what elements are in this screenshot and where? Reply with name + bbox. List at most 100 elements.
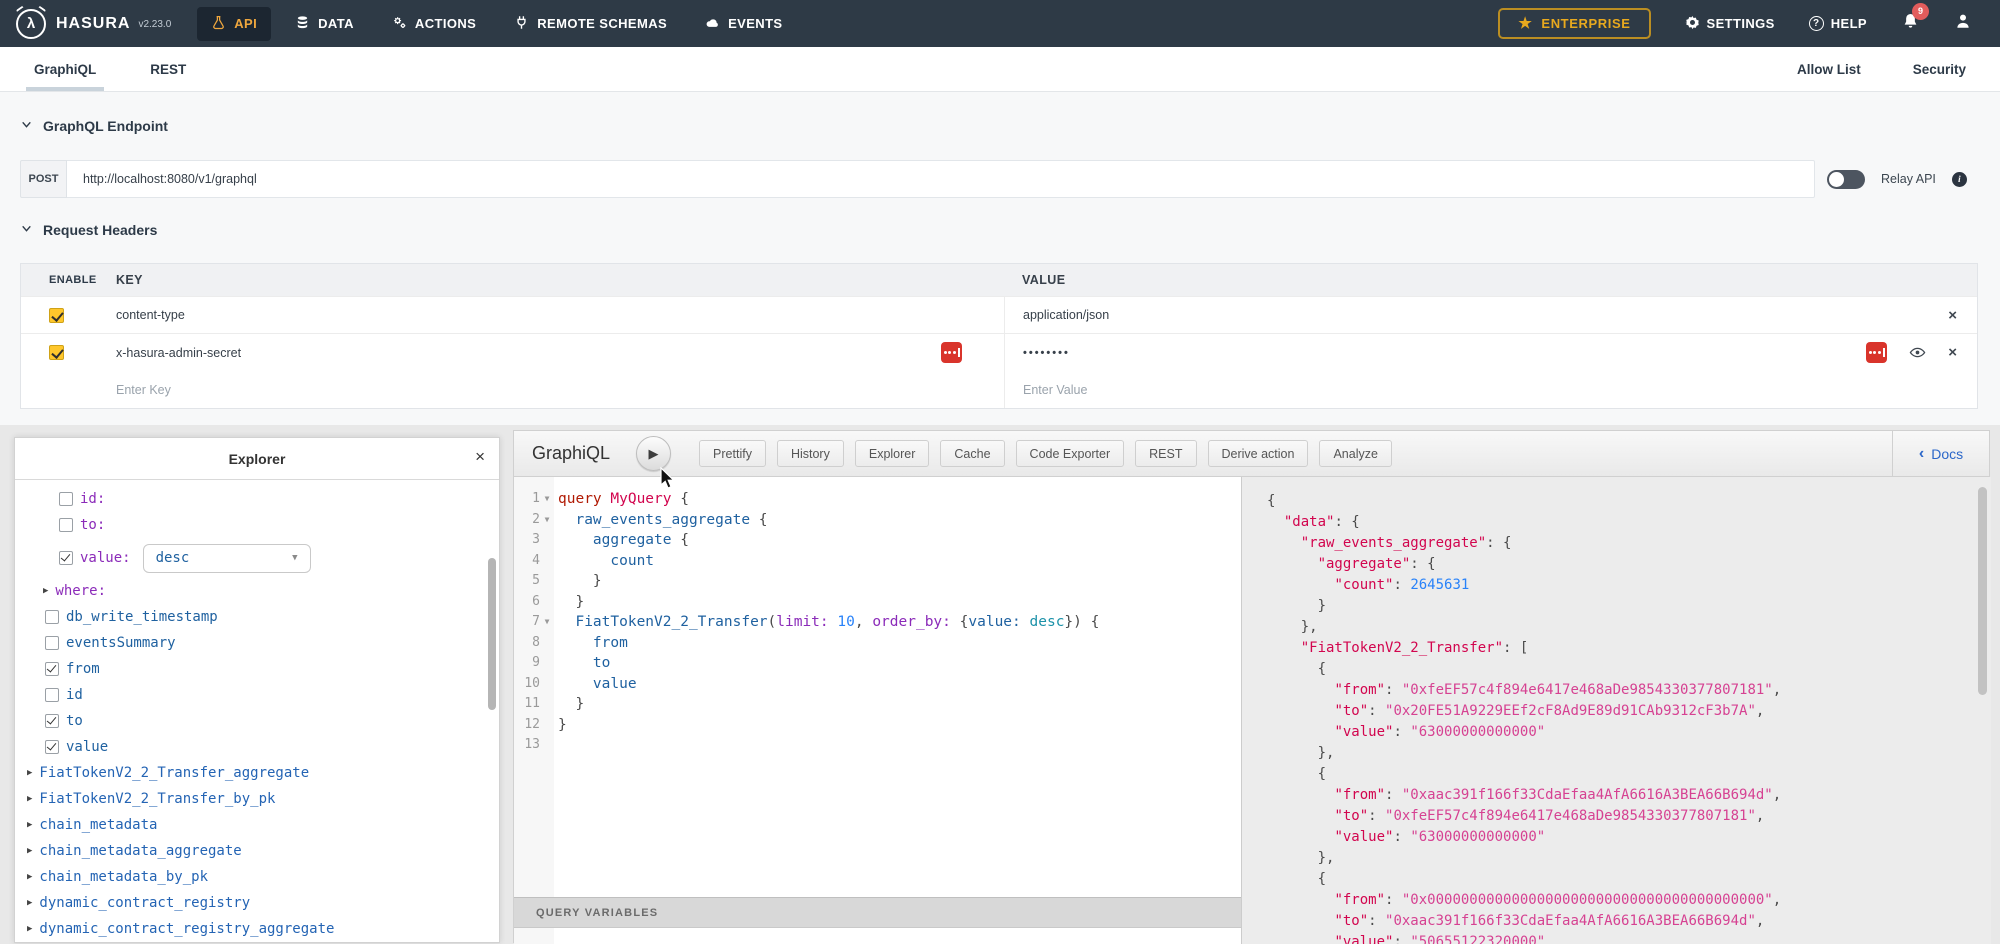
code-line-2: 2▼ raw_events_aggregate { — [514, 510, 1241, 531]
nav-item-api[interactable]: API — [197, 7, 271, 41]
explorer-button[interactable]: Explorer — [855, 440, 930, 467]
fold-arrow-icon[interactable]: ▼ — [540, 489, 554, 510]
key-input[interactable]: content-type — [116, 308, 1004, 322]
enable-checkbox[interactable] — [49, 308, 64, 323]
fold-arrow-icon — [540, 571, 554, 592]
flask-icon — [211, 15, 226, 33]
tab-rest[interactable]: REST — [150, 47, 186, 91]
value-input[interactable]: Enter Value — [1004, 371, 1977, 408]
new-header-row: Enter Key Enter Value — [21, 371, 1977, 408]
expand-arrow-icon[interactable]: ▶ — [27, 768, 32, 778]
checkbox[interactable] — [59, 551, 73, 565]
relay-api-toggle[interactable] — [1827, 170, 1865, 189]
explorer-root-chain_metadata_by_pk[interactable]: ▶chain_metadata_by_pk — [15, 864, 499, 890]
explorer-root-FiatTokenV2_2_Transfer_by_pk[interactable]: ▶FiatTokenV2_2_Transfer_by_pk — [15, 786, 499, 812]
checkbox[interactable] — [59, 518, 73, 532]
explorer-root-FiatTokenV2_2_Transfer_aggregate[interactable]: ▶FiatTokenV2_2_Transfer_aggregate — [15, 760, 499, 786]
help-button[interactable]: ? HELP — [1809, 16, 1867, 31]
expand-arrow-icon[interactable]: ▶ — [27, 794, 32, 804]
fold-arrow-icon[interactable]: ▼ — [540, 612, 554, 633]
nav-item-remote-schemas[interactable]: REMOTE SCHEMAS — [500, 7, 681, 41]
settings-button[interactable]: SETTINGS — [1685, 15, 1775, 33]
nav-item-data[interactable]: DATA — [281, 7, 368, 41]
line-number: 2 — [514, 510, 540, 531]
response-line: "data": { — [1267, 512, 1781, 533]
nav-item-actions[interactable]: ACTIONS — [378, 7, 490, 41]
explorer-root-dynamic_contract_registry[interactable]: ▶dynamic_contract_registry — [15, 890, 499, 916]
tab-graphiql[interactable]: GraphiQL — [34, 47, 96, 91]
query-editor[interactable]: 1▼query MyQuery {2▼ raw_events_aggregate… — [514, 477, 1241, 897]
cloud-icon — [705, 15, 720, 33]
fold-arrow-icon[interactable]: ▼ — [540, 510, 554, 531]
tab-security[interactable]: Security — [1913, 62, 1966, 77]
explorer-field-id[interactable]: id — [15, 682, 499, 708]
line-number: 13 — [514, 735, 540, 756]
history-button[interactable]: History — [777, 440, 844, 467]
api-subnav: GraphiQL REST Allow List Security — [0, 47, 2000, 92]
rest-button[interactable]: REST — [1135, 440, 1196, 467]
expand-arrow-icon[interactable]: ▶ — [27, 898, 32, 908]
eye-icon[interactable] — [1909, 344, 1926, 361]
checkbox[interactable] — [45, 662, 59, 676]
analyze-button[interactable]: Analyze — [1319, 440, 1391, 467]
cache-button[interactable]: Cache — [940, 440, 1004, 467]
checkbox[interactable] — [45, 740, 59, 754]
nav-item-events[interactable]: EVENTS — [691, 7, 796, 41]
derive-action-button[interactable]: Derive action — [1208, 440, 1309, 467]
code-exporter-button[interactable]: Code Exporter — [1016, 440, 1125, 467]
checkbox[interactable] — [59, 492, 73, 506]
explorer-arg-to[interactable]: to: — [15, 512, 499, 538]
expand-arrow-icon[interactable]: ▶ — [27, 820, 32, 830]
explorer-scrollbar[interactable] — [488, 558, 496, 710]
explorer-field-value[interactable]: value — [15, 734, 499, 760]
remove-header-icon[interactable]: × — [1948, 345, 1957, 360]
response-line: "aggregate": { — [1267, 554, 1781, 575]
checkbox[interactable] — [45, 636, 59, 650]
expand-arrow-icon[interactable]: ▶ — [27, 846, 32, 856]
explorer-field-eventsSummary[interactable]: eventsSummary — [15, 630, 499, 656]
password-manager-icon[interactable] — [941, 342, 962, 363]
checkbox[interactable] — [45, 688, 59, 702]
value-input[interactable]: application/json× — [1004, 297, 1977, 333]
brand[interactable]: λ HASURA v2.23.0 — [0, 9, 197, 39]
user-menu-button[interactable] — [1954, 12, 1972, 35]
sort-order-select[interactable]: desc▼ — [143, 544, 311, 573]
explorer-arg-id[interactable]: id: — [15, 486, 499, 512]
password-manager-icon[interactable] — [1866, 342, 1887, 363]
remove-header-icon[interactable]: × — [1948, 308, 1957, 323]
explorer-root-dynamic_contract_registry_aggregate[interactable]: ▶dynamic_contract_registry_aggregate — [15, 916, 499, 942]
expand-arrow-icon[interactable]: ▶ — [43, 586, 48, 596]
response-line: "to": "0x20FE51A9229EEf2cF8Ad9E89d91CAb9… — [1267, 701, 1781, 722]
item-label: value — [66, 739, 108, 755]
checkbox[interactable] — [45, 714, 59, 728]
graphql-endpoint-section-header[interactable]: GraphQL Endpoint — [20, 118, 168, 134]
explorer-root-chain_metadata_aggregate[interactable]: ▶chain_metadata_aggregate — [15, 838, 499, 864]
key-input[interactable]: Enter Key — [116, 383, 1004, 397]
enterprise-button[interactable]: ★ ENTERPRISE — [1498, 8, 1650, 39]
explorer-root-chain_metadata[interactable]: ▶chain_metadata — [15, 812, 499, 838]
expand-arrow-icon[interactable]: ▶ — [27, 924, 32, 934]
explorer-arg-where[interactable]: ▶where: — [15, 578, 499, 604]
explorer-arg-value[interactable]: value:desc▼ — [15, 538, 499, 578]
notifications-button[interactable]: 9 — [1901, 12, 1920, 36]
query-variables-editor[interactable] — [514, 928, 1241, 944]
key-input[interactable]: x-hasura-admin-secret — [116, 346, 1004, 360]
prettify-button[interactable]: Prettify — [699, 440, 766, 467]
checkbox[interactable] — [45, 610, 59, 624]
endpoint-url-input[interactable]: http://localhost:8080/v1/graphql — [67, 160, 1815, 198]
expand-arrow-icon[interactable]: ▶ — [27, 872, 32, 882]
response-scrollbar[interactable] — [1978, 487, 1987, 695]
close-icon[interactable]: × — [475, 447, 485, 467]
execute-query-button[interactable]: ▶ — [636, 436, 671, 471]
version-label: v2.23.0 — [138, 19, 171, 30]
value-input[interactable]: ••••••••× — [1004, 334, 1977, 371]
tab-allow-list[interactable]: Allow List — [1797, 62, 1861, 77]
enable-checkbox[interactable] — [49, 345, 64, 360]
info-icon[interactable]: i — [1952, 172, 1967, 187]
explorer-field-to[interactable]: to — [15, 708, 499, 734]
query-variables-bar[interactable]: QUERY VARIABLES — [514, 897, 1241, 928]
explorer-field-db_write_timestamp[interactable]: db_write_timestamp — [15, 604, 499, 630]
request-headers-section-header[interactable]: Request Headers — [20, 222, 157, 238]
docs-link[interactable]: ‹ Docs — [1892, 431, 1989, 477]
explorer-field-from[interactable]: from — [15, 656, 499, 682]
